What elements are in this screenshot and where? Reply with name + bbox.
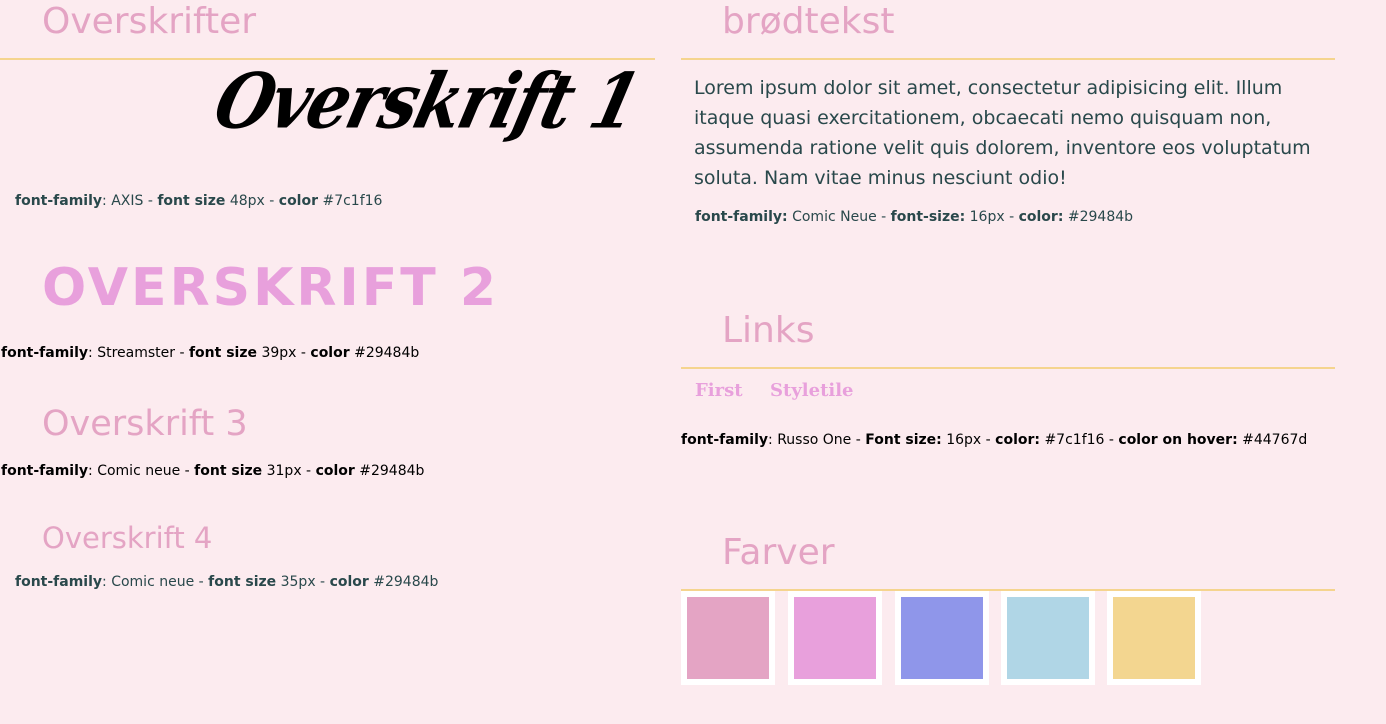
heading-3-sample: Overskrift 3 bbox=[42, 404, 248, 444]
swatch-fill bbox=[794, 597, 876, 679]
links-divider bbox=[681, 367, 1335, 369]
color-swatch-1 bbox=[681, 591, 775, 685]
section-heading-overskrifter: Overskrifter bbox=[42, 1, 257, 42]
swatch-fill bbox=[687, 597, 769, 679]
body-text-spec: font-family: Comic Neue - font-size: 16p… bbox=[695, 209, 1134, 225]
body-divider bbox=[681, 58, 1335, 60]
section-heading-farver: Farver bbox=[722, 532, 835, 573]
heading-4-spec: font-family: Comic neue - font size 35px… bbox=[15, 574, 439, 590]
section-heading-brodtekst: brødtekst bbox=[722, 1, 895, 42]
color-swatch-2 bbox=[788, 591, 882, 685]
swatch-fill bbox=[901, 597, 983, 679]
link-styletile[interactable]: Styletile bbox=[770, 380, 854, 401]
color-swatch-4 bbox=[1001, 591, 1095, 685]
body-text-sample: Lorem ipsum dolor sit amet, consectetur … bbox=[694, 77, 1311, 189]
section-heading-links: Links bbox=[722, 310, 815, 351]
styletile-page: Overskrifter Overskrift 1 font-family: A… bbox=[0, 0, 1386, 724]
color-swatch-5 bbox=[1107, 591, 1201, 685]
heading-1-sample: Overskrift 1 bbox=[206, 56, 648, 146]
swatch-fill bbox=[1113, 597, 1195, 679]
heading-1-spec: font-family: AXIS - font size 48px - col… bbox=[15, 193, 383, 209]
swatch-fill bbox=[1007, 597, 1089, 679]
links-spec: font-family: Russo One - Font size: 16px… bbox=[681, 432, 1308, 448]
heading-3-spec: font-family: Comic neue - font size 31px… bbox=[1, 463, 425, 479]
link-first[interactable]: First bbox=[695, 380, 743, 401]
heading-2-sample: Overskrift 2 bbox=[42, 258, 500, 318]
heading-2-spec: font-family: Streamster - font size 39px… bbox=[1, 345, 420, 361]
heading-4-sample: Overskrift 4 bbox=[42, 521, 213, 555]
color-swatch-3 bbox=[895, 591, 989, 685]
